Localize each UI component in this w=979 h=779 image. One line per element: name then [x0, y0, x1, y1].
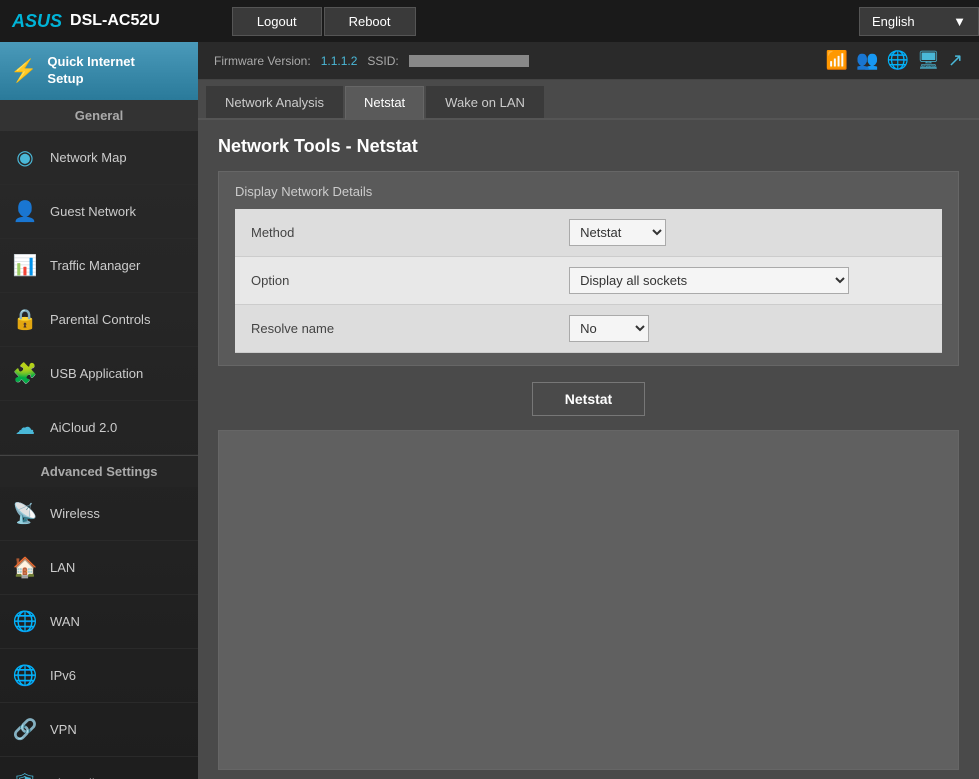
aicloud-icon: ☁ [12, 415, 38, 440]
language-selector[interactable]: English ▼ [859, 7, 979, 36]
sidebar-item-lan[interactable]: 🏠 LAN [0, 541, 198, 595]
quick-setup-label: Quick Internet Setup [47, 54, 134, 88]
monitor-status-icon: 🖥 [917, 50, 940, 71]
sidebar-item-network-map[interactable]: ◉ Network Map [0, 131, 198, 185]
sidebar-item-vpn[interactable]: 🔗 VPN [0, 703, 198, 757]
advanced-section-label: Advanced Settings [0, 455, 198, 487]
network-map-icon: ◉ [12, 145, 38, 170]
sidebar-item-firewall[interactable]: 🛡 Firewall [0, 757, 198, 779]
option-row: Option Display all sockets Display routi… [235, 257, 942, 305]
method-label: Method [235, 209, 553, 257]
sidebar-item-usb-application[interactable]: 🧩 USB Application [0, 347, 198, 401]
usb-application-icon: 🧩 [12, 361, 38, 386]
resolve-name-row: Resolve name No Yes [235, 305, 942, 353]
form-table: Method Netstat Ping Traceroute Nslookup … [235, 209, 942, 353]
logout-button[interactable]: Logout [232, 7, 322, 36]
sidebar-item-wireless[interactable]: 📡 Wireless [0, 487, 198, 541]
sidebar-item-label: Guest Network [50, 204, 136, 219]
sidebar-item-ipv6[interactable]: 🌐 IPv6 [0, 649, 198, 703]
firmware-label: Firmware Version: [214, 54, 311, 68]
firmware-version[interactable]: 1.1.1.2 [321, 54, 358, 68]
sidebar-item-label: Wireless [50, 506, 100, 521]
netstat-button[interactable]: Netstat [532, 382, 645, 416]
wifi-status-icon: 📶 [826, 50, 848, 71]
tab-network-analysis[interactable]: Network Analysis [206, 86, 343, 118]
sidebar-item-label: VPN [50, 722, 77, 737]
page-content: Network Tools - Netstat Display Network … [198, 120, 979, 779]
sidebar-item-label: WAN [50, 614, 80, 629]
guest-network-icon: 👤 [12, 199, 38, 224]
ipv6-icon: 🌐 [12, 663, 38, 688]
logo-area: ASUS DSL-AC52U [0, 11, 172, 32]
vpn-icon: 🔗 [12, 717, 38, 742]
output-area[interactable] [218, 430, 959, 770]
sidebar-item-label: Network Map [50, 150, 127, 165]
sidebar-item-label: Traffic Manager [50, 258, 140, 273]
status-icons: 📶 👥 🌐 🖥 ↗ [826, 50, 963, 71]
quick-setup-icon: ⚡ [10, 58, 37, 84]
lan-icon: 🏠 [12, 555, 38, 580]
sidebar-item-label: Parental Controls [50, 312, 150, 327]
output-content [219, 431, 958, 769]
ssid-value [409, 55, 529, 67]
sidebar-item-label: AiCloud 2.0 [50, 420, 117, 435]
main-content: Firmware Version: 1.1.1.2 SSID: 📶 👥 🌐 🖥 … [198, 42, 979, 779]
sidebar: ⚡ Quick Internet Setup General ◉ Network… [0, 42, 198, 779]
resolve-name-select[interactable]: No Yes [569, 315, 649, 342]
tab-bar: Network Analysis Netstat Wake on LAN [198, 80, 979, 120]
tab-wake-on-lan[interactable]: Wake on LAN [426, 86, 544, 118]
users-status-icon: 👥 [856, 50, 878, 71]
globe-status-icon: 🌐 [887, 50, 909, 71]
sidebar-item-wan[interactable]: 🌐 WAN [0, 595, 198, 649]
sidebar-item-label: USB Application [50, 366, 143, 381]
ssid-label: SSID: [367, 54, 398, 68]
reboot-button[interactable]: Reboot [324, 7, 416, 36]
sidebar-item-label: LAN [50, 560, 75, 575]
general-section-label: General [0, 100, 198, 131]
tab-netstat[interactable]: Netstat [345, 86, 424, 120]
sidebar-item-guest-network[interactable]: 👤 Guest Network [0, 185, 198, 239]
quick-setup-button[interactable]: ⚡ Quick Internet Setup [0, 42, 198, 100]
info-bar: Firmware Version: 1.1.1.2 SSID: 📶 👥 🌐 🖥 … [198, 42, 979, 80]
header: ASUS DSL-AC52U Logout Reboot English ▼ [0, 0, 979, 42]
sidebar-item-parental-controls[interactable]: 🔒 Parental Controls [0, 293, 198, 347]
method-select[interactable]: Netstat Ping Traceroute Nslookup [569, 219, 666, 246]
resolve-name-label: Resolve name [235, 305, 553, 353]
method-row: Method Netstat Ping Traceroute Nslookup [235, 209, 942, 257]
option-label: Option [235, 257, 553, 305]
sidebar-item-aicloud[interactable]: ☁ AiCloud 2.0 [0, 401, 198, 455]
section-title: Display Network Details [235, 184, 942, 199]
wan-icon: 🌐 [12, 609, 38, 634]
sidebar-item-label: IPv6 [50, 668, 76, 683]
chevron-down-icon: ▼ [953, 14, 966, 29]
share-status-icon: ↗ [948, 50, 963, 71]
display-network-details-section: Display Network Details Method Netstat P… [218, 171, 959, 366]
traffic-manager-icon: 📊 [12, 253, 38, 278]
page-title: Network Tools - Netstat [218, 136, 959, 157]
header-buttons: Logout Reboot [232, 7, 416, 36]
layout: ⚡ Quick Internet Setup General ◉ Network… [0, 42, 979, 779]
asus-logo: ASUS [12, 11, 62, 32]
wireless-icon: 📡 [12, 501, 38, 526]
model-name: DSL-AC52U [70, 12, 160, 30]
option-select[interactable]: Display all sockets Display routing tabl… [569, 267, 849, 294]
sidebar-item-traffic-manager[interactable]: 📊 Traffic Manager [0, 239, 198, 293]
parental-controls-icon: 🔒 [12, 307, 38, 332]
firewall-icon: 🛡 [12, 771, 38, 779]
